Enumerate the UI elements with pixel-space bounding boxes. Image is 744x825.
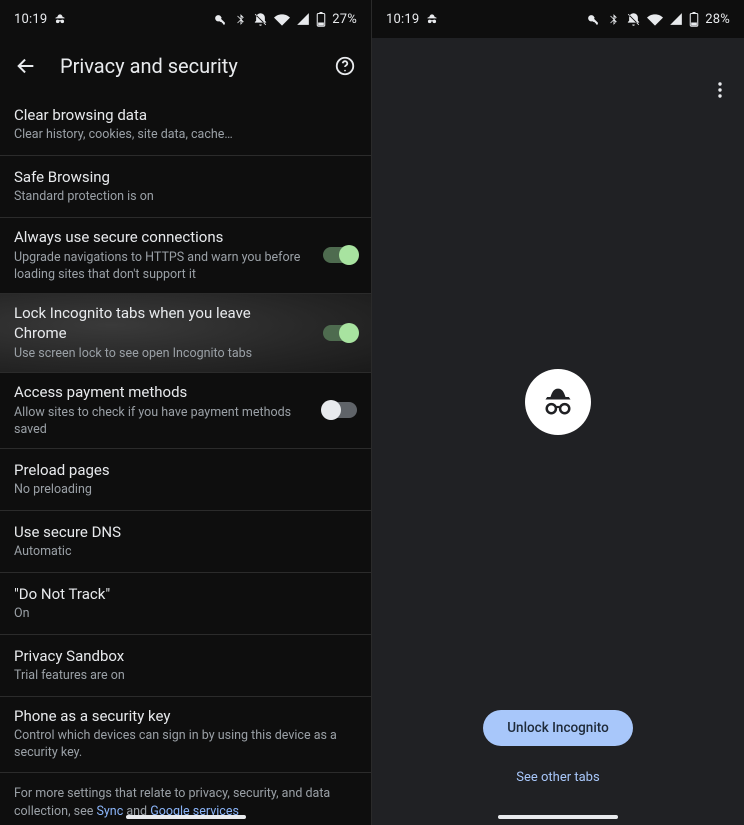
- page-title: Privacy and security: [60, 54, 311, 78]
- incognito-indicator-icon: [53, 12, 67, 26]
- settings-row[interactable]: Safe Browsing Standard protection is on: [0, 156, 371, 218]
- settings-row-subtitle: Trial features are on: [14, 668, 351, 685]
- overflow-menu-button[interactable]: [706, 76, 734, 104]
- settings-row[interactable]: Clear browsing data Clear history, cookie…: [0, 94, 371, 156]
- toggle-switch[interactable]: [323, 247, 357, 263]
- settings-row-text: Use secure DNS Automatic: [14, 522, 357, 561]
- settings-row-text: Safe Browsing Standard protection is on: [14, 167, 357, 206]
- settings-row-subtitle: Control which devices can sign in by usi…: [14, 728, 351, 762]
- bluetooth-icon: [607, 13, 620, 26]
- settings-row[interactable]: Use secure DNS Automatic: [0, 511, 371, 573]
- settings-row-text: Access payment methods Allow sites to che…: [14, 382, 311, 438]
- settings-row-subtitle: Clear history, cookies, site data, cache…: [14, 127, 351, 144]
- dnd-icon: [626, 12, 641, 27]
- incognito-locked-screen: 10:19: [372, 0, 744, 825]
- incognito-indicator-icon: [425, 12, 439, 26]
- settings-row[interactable]: Phone as a security keyControl which dev…: [0, 697, 371, 773]
- battery-icon: [689, 12, 699, 27]
- status-bar: 10:19: [372, 0, 744, 38]
- sync-link[interactable]: Sync: [96, 804, 123, 819]
- settings-row-text: "Do Not Track" On: [14, 584, 357, 623]
- key-icon: [213, 12, 228, 27]
- see-other-tabs-link[interactable]: See other tabs: [516, 770, 599, 785]
- incognito-lock-content: Unlock Incognito See other tabs: [372, 38, 744, 825]
- settings-row-title: Always use secure connections: [14, 227, 305, 247]
- settings-list: Clear browsing data Clear history, cookie…: [0, 94, 371, 825]
- settings-row[interactable]: Lock Incognito tabs when you leave Chrom…: [0, 294, 371, 373]
- dnd-icon: [253, 12, 268, 27]
- settings-row-subtitle: No preloading: [14, 482, 351, 499]
- wifi-icon: [274, 12, 290, 26]
- settings-row-title: Privacy Sandbox: [14, 646, 351, 666]
- battery-percent: 28%: [705, 12, 730, 27]
- nav-handle[interactable]: [498, 815, 618, 819]
- toggle-switch[interactable]: [323, 402, 357, 418]
- settings-row-title: Safe Browsing: [14, 167, 351, 187]
- incognito-icon: [525, 369, 591, 435]
- settings-row-subtitle: Standard protection is on: [14, 189, 351, 206]
- settings-row-subtitle: Allow sites to check if you have payment…: [14, 405, 305, 439]
- settings-row-text: Clear browsing data Clear history, cookie…: [14, 105, 357, 144]
- status-bar: 10:19: [0, 0, 371, 38]
- settings-row-title: Phone as a security key: [14, 706, 351, 726]
- key-icon: [586, 12, 601, 27]
- settings-row-subtitle: Automatic: [14, 544, 351, 561]
- settings-row-title: Use secure DNS: [14, 522, 351, 542]
- settings-screen: 10:19: [0, 0, 372, 825]
- back-button[interactable]: [12, 52, 40, 80]
- settings-row-title: Lock Incognito tabs when you leave Chrom…: [14, 303, 305, 344]
- settings-row-title: "Do Not Track": [14, 584, 351, 604]
- settings-row-title: Clear browsing data: [14, 105, 351, 125]
- settings-row-title: Access payment methods: [14, 382, 305, 402]
- toggle-switch[interactable]: [323, 325, 357, 341]
- settings-row-title: Preload pages: [14, 460, 351, 480]
- settings-row-subtitle: Upgrade navigations to HTTPS and warn yo…: [14, 250, 305, 284]
- settings-row-text: Lock Incognito tabs when you leave Chrom…: [14, 303, 311, 362]
- app-bar: Privacy and security: [0, 38, 371, 94]
- settings-row-subtitle: Use screen lock to see open Incognito ta…: [14, 346, 305, 363]
- status-time: 10:19: [386, 12, 419, 27]
- wifi-icon: [647, 12, 663, 26]
- settings-row[interactable]: Preload pages No preloading: [0, 449, 371, 511]
- bluetooth-icon: [234, 13, 247, 26]
- help-button[interactable]: [331, 52, 359, 80]
- battery-icon: [316, 12, 326, 27]
- settings-row[interactable]: Access payment methods Allow sites to che…: [0, 373, 371, 449]
- signal-icon: [296, 12, 310, 26]
- status-time: 10:19: [14, 12, 47, 27]
- settings-row[interactable]: Privacy Sandbox Trial features are on: [0, 635, 371, 697]
- settings-row[interactable]: Always use secure connections Upgrade nav…: [0, 218, 371, 294]
- unlock-incognito-button[interactable]: Unlock Incognito: [483, 710, 633, 746]
- nav-handle[interactable]: [126, 815, 246, 819]
- battery-percent: 27%: [332, 12, 357, 27]
- settings-row[interactable]: "Do Not Track" On: [0, 573, 371, 635]
- signal-icon: [669, 12, 683, 26]
- settings-row-text: Always use secure connections Upgrade nav…: [14, 227, 311, 283]
- settings-row-text: Privacy Sandbox Trial features are on: [14, 646, 357, 685]
- settings-row-subtitle: On: [14, 606, 351, 623]
- settings-row-text: Phone as a security keyControl which dev…: [14, 706, 357, 762]
- settings-row-text: Preload pages No preloading: [14, 460, 357, 499]
